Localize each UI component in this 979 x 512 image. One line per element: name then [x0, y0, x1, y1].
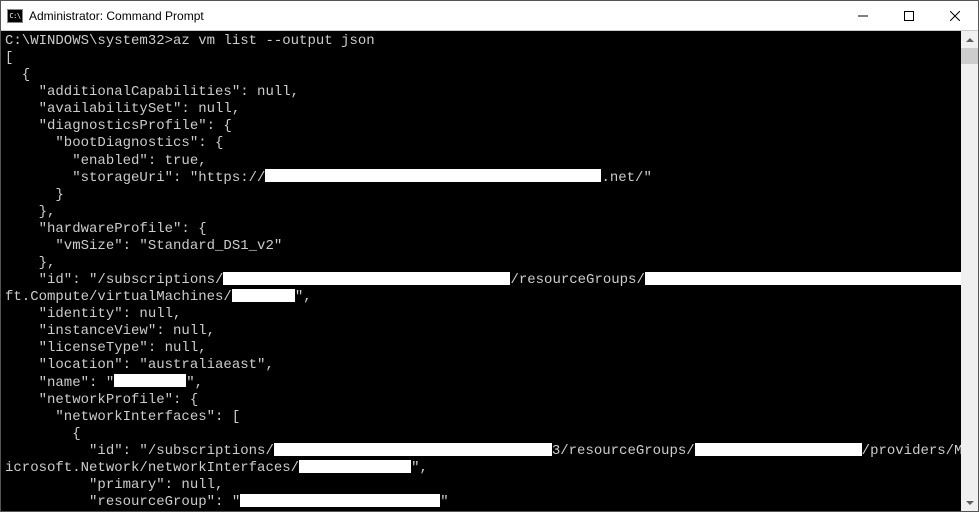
window-controls — [840, 1, 978, 31]
redacted-block — [274, 443, 552, 456]
cmd-icon: C:\ — [7, 9, 23, 23]
output-line: { — [5, 426, 81, 442]
prompt: C:\WINDOWS\system32> — [5, 33, 173, 49]
output-line: /providers/M — [862, 443, 961, 459]
output-line: "licenseType": null, — [5, 340, 207, 356]
redacted-block — [645, 272, 961, 285]
output-line: "name": " — [5, 375, 114, 391]
output-line: 3/resourceGroups/ — [552, 443, 695, 459]
scroll-up-arrow[interactable] — [961, 31, 978, 48]
output-line: "networkProfile": { — [5, 392, 198, 408]
output-line: "availabilitySet": null, — [5, 101, 240, 117]
output-line: "networkInterfaces": [ — [5, 409, 240, 425]
output-line: "primary": null, — [5, 477, 223, 493]
scroll-thumb[interactable] — [961, 48, 978, 64]
scroll-down-arrow[interactable] — [961, 494, 978, 511]
output-line: [ — [5, 50, 13, 66]
output-line: icrosoft.Network/networkInterfaces/ — [5, 460, 299, 476]
output-line: ", — [411, 460, 428, 476]
titlebar: C:\ Administrator: Command Prompt — [1, 1, 978, 31]
output-line: "enabled": true, — [5, 153, 207, 169]
vertical-scrollbar[interactable] — [961, 31, 978, 511]
terminal-area: C:\WINDOWS\system32>az vm list --output … — [1, 31, 978, 511]
window-title: Administrator: Command Prompt — [29, 9, 204, 23]
output-line: "storageUri": "https:// — [5, 170, 265, 186]
redacted-block — [114, 374, 186, 387]
output-line: " — [440, 494, 448, 510]
output-line: /resourceGroups/ — [510, 272, 644, 288]
redacted-block — [299, 460, 411, 473]
output-line: "additionalCapabilities": null, — [5, 84, 299, 100]
output-line: { — [5, 67, 30, 83]
terminal-output[interactable]: C:\WINDOWS\system32>az vm list --output … — [1, 31, 961, 511]
output-line: "location": "australiaeast", — [5, 357, 274, 373]
minimize-button[interactable] — [840, 1, 886, 31]
maximize-button[interactable] — [886, 1, 932, 31]
output-line: ", — [186, 375, 203, 391]
output-line: "id": "/subscriptions/ — [5, 443, 274, 459]
output-line: "diagnosticsProfile": { — [5, 118, 232, 134]
command-text: az vm list --output json — [173, 33, 375, 49]
output-line: "identity": null, — [5, 306, 181, 322]
output-line: "vmSize": "Standard_DS1_v2" — [5, 238, 282, 254]
output-line: ft.Compute/virtualMachines/ — [5, 289, 232, 305]
redacted-block — [223, 272, 510, 285]
output-line: "bootDiagnostics": { — [5, 135, 223, 151]
output-line: "hardwareProfile": { — [5, 221, 207, 237]
output-line: }, — [5, 204, 55, 220]
redacted-block — [232, 289, 295, 302]
output-line: .net/" — [601, 170, 651, 186]
output-line: ", — [295, 289, 312, 305]
output-line: "instanceView": null, — [5, 323, 215, 339]
output-line: }, — [5, 255, 55, 271]
output-line: } — [5, 187, 64, 203]
output-line: "resourceGroup": " — [5, 494, 240, 510]
close-button[interactable] — [932, 1, 978, 31]
redacted-block — [240, 494, 440, 507]
redacted-block — [695, 443, 862, 456]
output-line: "id": "/subscriptions/ — [5, 272, 223, 288]
redacted-block — [265, 169, 601, 182]
